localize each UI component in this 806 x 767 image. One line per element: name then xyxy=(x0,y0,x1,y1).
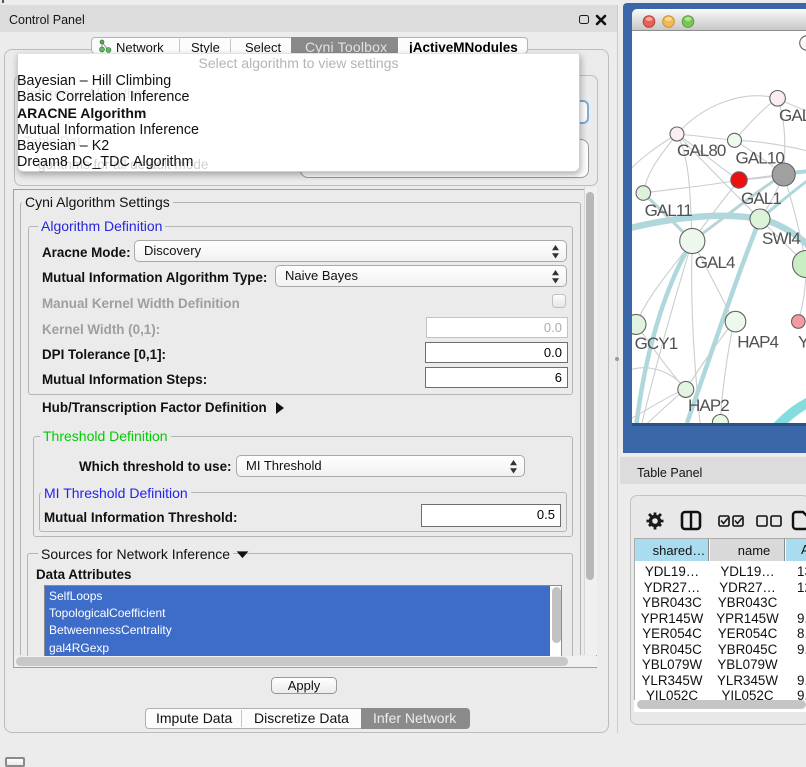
svg-text:GAL11: GAL11 xyxy=(645,201,693,220)
svg-text:HAP2: HAP2 xyxy=(688,396,729,415)
svg-text:GAL10: GAL10 xyxy=(736,149,785,168)
svg-text:GAL80: GAL80 xyxy=(677,141,726,160)
svg-text:Y: Y xyxy=(798,333,806,352)
svg-text:GAL4: GAL4 xyxy=(695,253,735,272)
svg-text:HAP4: HAP4 xyxy=(737,333,778,352)
svg-text:SWI4: SWI4 xyxy=(762,229,800,248)
svg-text:GAL2: GAL2 xyxy=(779,106,806,125)
svg-text:GCY1: GCY1 xyxy=(635,334,678,353)
svg-text:GAL1: GAL1 xyxy=(741,189,781,208)
